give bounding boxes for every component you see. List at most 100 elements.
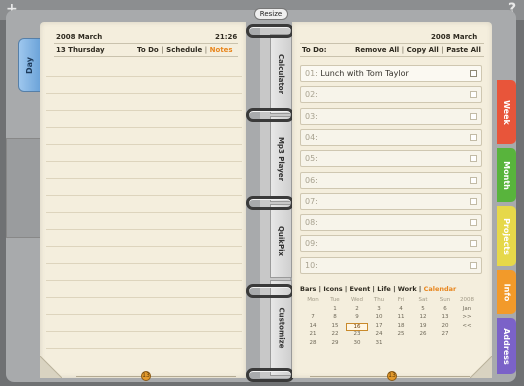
todo-item[interactable]: 06: — [300, 171, 482, 189]
todo-number: 05: — [305, 154, 318, 164]
tab-month[interactable]: Month — [497, 148, 516, 202]
calendar-day[interactable]: 3 — [368, 306, 390, 315]
view-calendar[interactable]: Calendar — [424, 285, 457, 293]
tab-day[interactable]: Day — [18, 38, 42, 92]
calendar-day[interactable]: 31 — [368, 340, 390, 349]
calendar-day[interactable]: 19 — [412, 323, 434, 332]
calendar-day — [390, 340, 412, 349]
todo-checkbox[interactable] — [470, 197, 477, 205]
calendar-day[interactable]: 14 — [302, 323, 324, 332]
tab-mp3-player[interactable]: Mp3 Player — [270, 116, 292, 202]
todo-number: 09: — [305, 239, 318, 249]
calendar-day[interactable]: 4 — [390, 306, 412, 315]
notes-area[interactable] — [46, 60, 242, 356]
calendar-day[interactable]: 17 — [368, 323, 390, 332]
calendar-view-menu: Bars | Icons | Event | Life | Work | Cal… — [300, 285, 457, 293]
copy-all-button[interactable]: Copy All — [407, 46, 439, 54]
weekday-header: Thu — [373, 297, 385, 303]
tab-projects[interactable]: Projects — [497, 206, 516, 266]
calendar-day[interactable]: 20 — [434, 323, 456, 332]
calendar-day[interactable]: 9 — [346, 314, 368, 323]
calendar-day[interactable]: 10 — [368, 314, 390, 323]
calendar-day[interactable]: 25 — [390, 331, 412, 340]
todo-checkbox[interactable] — [470, 155, 477, 163]
calendar-day[interactable]: 29 — [324, 340, 346, 349]
tab-customize-label: Customize — [277, 307, 285, 349]
calendar-day[interactable]: 18 — [390, 323, 412, 332]
calendar-day[interactable]: 16 — [346, 322, 368, 331]
calendar-day[interactable]: 28 — [302, 340, 324, 349]
calendar-day[interactable]: 2 — [346, 306, 368, 315]
view-life[interactable]: Life — [377, 285, 391, 293]
calendar-day — [412, 340, 434, 349]
day-view-tabs: To Do | Schedule | Notes — [137, 46, 233, 54]
calendar-day[interactable]: 26 — [412, 331, 434, 340]
todo-item[interactable]: 09: — [300, 235, 482, 253]
calendar-day[interactable]: 30 — [346, 340, 368, 349]
todo-item[interactable]: 05: — [300, 150, 482, 168]
calendar-day[interactable]: 12 — [412, 314, 434, 323]
todo-item[interactable]: 08: — [300, 214, 482, 232]
binder-ring — [246, 108, 294, 122]
resize-button[interactable]: Resize — [254, 8, 288, 20]
right-page-number[interactable]: 13 — [387, 371, 397, 381]
tab-projects-label: Projects — [502, 217, 511, 255]
todo-checkbox[interactable] — [470, 112, 477, 120]
binder-ring — [246, 284, 294, 298]
calendar-day[interactable]: 8 — [324, 314, 346, 323]
view-bars[interactable]: Bars — [300, 285, 316, 293]
page-curl-left-icon[interactable] — [40, 356, 62, 378]
calendar-day[interactable]: 11 — [390, 314, 412, 323]
todo-checkbox[interactable] — [470, 133, 477, 141]
tab-month-label: Month — [502, 160, 512, 190]
view-event[interactable]: Event — [349, 285, 370, 293]
calendar-day[interactable]: 27 — [434, 331, 456, 340]
todo-text[interactable]: Lunch with Tom Taylor — [320, 69, 408, 78]
next-month-button[interactable]: >> — [456, 314, 478, 323]
todo-checkbox[interactable] — [470, 240, 477, 248]
todo-checkbox[interactable] — [470, 219, 477, 227]
calendar-day[interactable]: 15 — [324, 323, 346, 332]
calendar-day — [302, 306, 324, 315]
calendar-day[interactable]: 22 — [324, 331, 346, 340]
tab-mp3-player-label: Mp3 Player — [277, 136, 285, 182]
calendar-day[interactable]: 21 — [302, 331, 324, 340]
todo-item[interactable]: 04: — [300, 128, 482, 146]
todo-checkbox[interactable] — [470, 70, 477, 77]
todo-checkbox[interactable] — [470, 91, 477, 99]
todo-item[interactable]: 02: — [300, 86, 482, 104]
calendar-day[interactable]: 6 — [434, 306, 456, 315]
tab-quikpix[interactable]: QuikPix — [270, 204, 292, 278]
todo-checkbox[interactable] — [470, 176, 477, 184]
tab-address[interactable]: Address — [497, 318, 516, 374]
tab-notes[interactable]: Notes — [210, 46, 233, 54]
view-work[interactable]: Work — [398, 285, 417, 293]
todo-number: 01: — [305, 69, 318, 78]
tab-info[interactable]: Info — [497, 270, 516, 314]
tab-schedule[interactable]: Schedule — [166, 46, 202, 54]
tab-calculator[interactable]: Calculator — [270, 34, 292, 114]
page-curl-right-icon[interactable] — [470, 356, 492, 378]
tab-info-label: Info — [502, 283, 511, 301]
prev-month-button[interactable]: << — [456, 323, 478, 332]
todo-item[interactable]: 03: — [300, 107, 482, 125]
todo-item[interactable]: 01: Lunch with Tom Taylor — [300, 65, 482, 82]
todo-item[interactable]: 07: — [300, 192, 482, 210]
left-page-number[interactable]: 13 — [141, 371, 151, 381]
calendar-day[interactable]: 24 — [368, 331, 390, 340]
tab-todo[interactable]: To Do — [137, 46, 159, 54]
calendar-day[interactable]: 23 — [346, 331, 368, 340]
tab-week[interactable]: Week — [497, 80, 516, 144]
remove-all-button[interactable]: Remove All — [355, 46, 399, 54]
calendar-day[interactable]: 5 — [412, 306, 434, 315]
todo-checkbox[interactable] — [470, 261, 477, 269]
left-header-divider — [54, 43, 238, 44]
calendar-day[interactable]: 13 — [434, 314, 456, 323]
paste-all-button[interactable]: Paste All — [446, 46, 481, 54]
weekday-header: Sat — [418, 297, 428, 303]
todo-item[interactable]: 10: — [300, 256, 482, 274]
calendar-day[interactable]: 1 — [324, 306, 346, 315]
calendar-day[interactable]: 7 — [302, 314, 324, 323]
view-icons[interactable]: Icons — [323, 285, 342, 293]
calendar-month: Jan — [462, 305, 472, 312]
